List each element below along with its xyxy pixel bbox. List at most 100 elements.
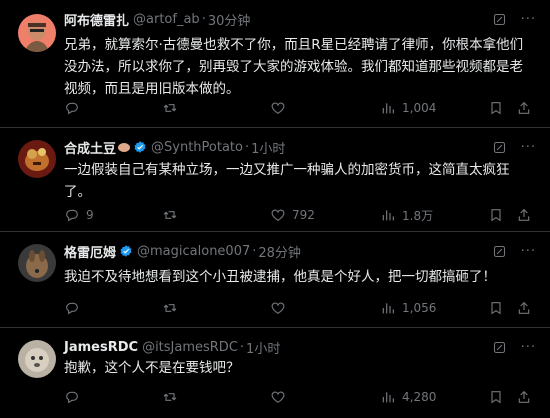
tweet-actions: 4,280 <box>64 388 536 406</box>
views-button[interactable]: 1,004 <box>380 100 436 116</box>
share-icon <box>516 389 532 405</box>
tweet-1[interactable]: 阿布德雷扎 @artof_ab · 30分钟 ··· 兄弟，就算索尔·古德曼也救… <box>0 0 550 128</box>
retweet-icon <box>162 300 178 316</box>
tweet-header: 格雷厄姆 @magicalone007 · 28分钟 <box>64 241 301 261</box>
views-icon <box>380 100 396 116</box>
display-name[interactable]: JamesRDC <box>64 340 138 355</box>
share-icon <box>516 300 532 316</box>
user-handle[interactable]: @artof_ab <box>133 12 200 27</box>
grok-icon[interactable] <box>492 244 507 259</box>
more-icon[interactable]: ··· <box>521 244 536 259</box>
timestamp[interactable]: 1小时 <box>251 138 285 157</box>
tweet-4[interactable]: JamesRDC @itsJamesRDC · 1小时 ··· 抱歉，这个人不是… <box>0 328 550 418</box>
reply-button[interactable] <box>64 300 86 316</box>
tweet-actions: 1,056 <box>64 299 536 317</box>
bookmark-button[interactable] <box>488 100 504 116</box>
display-name[interactable]: 格雷厄姆 <box>64 242 116 261</box>
views-button[interactable]: 1.8万 <box>380 207 433 224</box>
reply-button[interactable] <box>64 100 86 116</box>
like-icon <box>270 300 286 316</box>
tweet-3[interactable]: 格雷厄姆 @magicalone007 · 28分钟 ··· 我迫不及待地想看到… <box>0 232 550 328</box>
like-icon <box>270 207 286 223</box>
like-button[interactable] <box>270 100 292 116</box>
bookmark-icon <box>488 389 504 405</box>
like-button[interactable]: 792 <box>270 207 315 223</box>
views-button[interactable]: 4,280 <box>380 389 436 405</box>
user-handle[interactable]: @itsJamesRDC <box>142 340 238 355</box>
bookmark-icon <box>488 100 504 116</box>
grok-icon[interactable] <box>492 140 507 155</box>
user-handle[interactable]: @SynthPotato <box>151 140 243 155</box>
more-icon[interactable]: ··· <box>521 140 536 155</box>
views-button[interactable]: 1,056 <box>380 300 436 316</box>
share-button[interactable] <box>516 389 532 405</box>
retweet-icon <box>162 100 178 116</box>
potato-emoji <box>118 142 131 152</box>
tweet-actions: 9 792 1.8万 <box>64 206 536 224</box>
like-icon <box>270 100 286 116</box>
reply-icon <box>64 300 80 316</box>
more-icon[interactable]: ··· <box>521 12 536 27</box>
bookmark-icon <box>488 300 504 316</box>
views-count: 1,004 <box>402 101 437 115</box>
separator-dot: · <box>252 243 257 259</box>
avatar[interactable] <box>18 14 56 52</box>
tweet-header: JamesRDC @itsJamesRDC · 1小时 <box>64 337 280 357</box>
like-count: 792 <box>292 208 315 222</box>
tweet-2[interactable]: 合成土豆 @SynthPotato · 1小时 ··· 一边假装自己有某种立场，… <box>0 128 550 232</box>
avatar[interactable] <box>18 140 56 178</box>
reply-button[interactable] <box>64 389 86 405</box>
tweet-top-icons: ··· <box>492 340 536 355</box>
tweet-text: 抱歉，这个人不是在要钱吧？ <box>64 360 240 376</box>
retweet-button[interactable] <box>162 300 184 316</box>
retweet-icon <box>162 389 178 405</box>
separator-dot: · <box>201 11 206 27</box>
views-count: 1,056 <box>402 301 437 315</box>
bookmark-icon <box>488 207 504 223</box>
reply-button[interactable]: 9 <box>64 207 94 223</box>
reply-icon <box>64 389 80 405</box>
tweet-text: 一边假装自己有某种立场，一边又推广一种骗人的加密货币，这简直太疯狂了。 <box>64 162 510 200</box>
tweet-top-icons: ··· <box>492 12 536 27</box>
share-icon <box>516 100 532 116</box>
like-button[interactable] <box>270 389 292 405</box>
tweet-actions: 1,004 <box>64 99 536 117</box>
views-count: 1.8万 <box>402 208 434 223</box>
reply-icon <box>64 207 80 223</box>
timestamp[interactable]: 1小时 <box>246 338 280 357</box>
like-button[interactable] <box>270 300 292 316</box>
tweet-top-icons: ··· <box>492 140 536 155</box>
retweet-button[interactable] <box>162 389 184 405</box>
share-button[interactable] <box>516 300 532 316</box>
views-icon <box>380 389 396 405</box>
tweet-top-icons: ··· <box>492 244 536 259</box>
avatar[interactable] <box>18 244 56 282</box>
retweet-button[interactable] <box>162 207 184 223</box>
verified-badge-icon <box>119 244 133 258</box>
more-icon[interactable]: ··· <box>521 340 536 355</box>
grok-icon[interactable] <box>492 340 507 355</box>
grok-icon[interactable] <box>492 12 507 27</box>
retweet-icon <box>162 207 178 223</box>
timestamp[interactable]: 30分钟 <box>208 10 251 29</box>
tweet-text: 兄弟，就算索尔·古德曼也救不了你，而且R星已经聘请了律师，你根本拿他们没办法，所… <box>64 37 524 97</box>
retweet-button[interactable] <box>162 100 184 116</box>
share-icon <box>516 207 532 223</box>
bookmark-button[interactable] <box>488 389 504 405</box>
avatar[interactable] <box>18 340 56 378</box>
separator-dot: · <box>244 139 250 155</box>
tweet-text: 我迫不及待地想看到这个小丑被逮捕，他真是个好人，把一切都搞砸了！ <box>64 269 496 285</box>
reply-icon <box>64 100 80 116</box>
tweet-header: 阿布德雷扎 @artof_ab · 30分钟 <box>64 9 250 29</box>
verified-badge-icon <box>133 140 147 154</box>
display-name[interactable]: 合成土豆 <box>64 138 116 157</box>
share-button[interactable] <box>516 100 532 116</box>
views-count: 4,280 <box>402 390 437 404</box>
bookmark-button[interactable] <box>488 207 504 223</box>
share-button[interactable] <box>516 207 532 223</box>
timestamp[interactable]: 28分钟 <box>258 242 301 261</box>
display-name[interactable]: 阿布德雷扎 <box>64 10 129 29</box>
bookmark-button[interactable] <box>488 300 504 316</box>
views-icon <box>380 207 396 223</box>
user-handle[interactable]: @magicalone007 <box>137 244 250 259</box>
